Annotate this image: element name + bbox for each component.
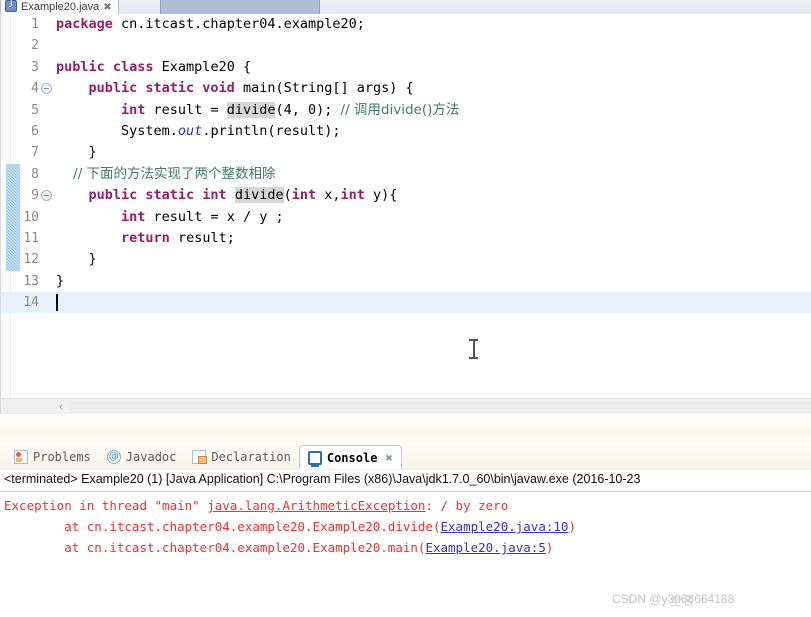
mouse-ibeam-cursor: [469, 339, 478, 359]
line-number: 8: [31, 166, 39, 182]
line-number: 2: [31, 38, 39, 54]
console-line: Exception in thread "main" java.lang.Ari…: [4, 495, 811, 516]
watermark-overlay: 全名: [670, 594, 695, 608]
stack-trace-link[interactable]: java.lang.ArithmeticException: [207, 498, 425, 513]
code-line[interactable]: 9 public static int divide(int x,int y){: [1, 185, 811, 206]
console-line: at cn.itcast.chapter04.example20.Example…: [4, 516, 811, 537]
code-text: package cn.itcast.chapter04.example20;: [56, 16, 365, 32]
view-tab-problems[interactable]: Problems: [6, 445, 99, 469]
code-line[interactable]: 11 return result;: [1, 228, 811, 249]
code-line[interactable]: 13}: [1, 271, 811, 292]
code-text: System.out.println(result);: [56, 122, 341, 139]
code-line[interactable]: 8 // 下面的方法实现了两个整数相除: [1, 164, 811, 185]
code-text: public class Example20 {: [56, 58, 252, 75]
editor-tab-label: Example20.java: [21, 1, 100, 13]
view-tab-label: Javadoc: [125, 450, 177, 464]
text-caret: [56, 294, 58, 312]
stack-trace-link[interactable]: Example20.java:10: [441, 519, 569, 534]
line-number: 5: [31, 102, 39, 118]
code-line[interactable]: 4 public static void main(String[] args)…: [1, 78, 811, 99]
view-tab-console[interactable]: Console ✖: [298, 445, 402, 469]
view-tab-label: Declaration: [211, 450, 291, 464]
close-icon[interactable]: ✖: [385, 451, 392, 465]
view-tab-label: Problems: [33, 450, 91, 464]
code-line[interactable]: 5 int result = divide(4, 0); // 调用divide…: [1, 100, 811, 121]
console-text: : / by zero: [425, 498, 509, 513]
close-icon[interactable]: ✖: [103, 2, 111, 13]
line-number: 12: [23, 252, 39, 268]
scroll-left-icon[interactable]: ‹: [53, 399, 69, 414]
stack-trace-link[interactable]: Example20.java:5: [425, 540, 545, 555]
console-line: at cn.itcast.chapter04.example20.Example…: [4, 537, 811, 558]
console-text: ): [545, 540, 554, 555]
line-number: 4: [31, 81, 39, 97]
view-tab-declaration[interactable]: Declaration: [184, 445, 298, 469]
line-number: 10: [23, 209, 39, 225]
code-editor[interactable]: 1 package cn.itcast.chapter04.example20; 2…: [0, 14, 811, 414]
console-icon: [307, 450, 322, 467]
eclipse-ide-window: Example20.java ✖ 1 package cn.itcast.chap…: [0, 0, 811, 617]
declaration-icon: [192, 450, 208, 464]
code-line[interactable]: 7 }: [1, 142, 811, 163]
editor-tab-strip: Example20.java ✖: [0, 0, 811, 14]
fold-collapse-icon[interactable]: [41, 83, 52, 95]
line-number: 3: [31, 59, 39, 75]
code-text: int result = x / y ;: [121, 208, 284, 225]
editor-tab-example20[interactable]: Example20.java ✖: [0, 0, 119, 14]
code-line[interactable]: 3 public class Example20 {: [1, 57, 811, 78]
console-process-header: <terminated> Example20 (1) [Java Applica…: [0, 470, 811, 492]
line-number: 9: [31, 188, 39, 204]
problems-icon: [14, 450, 28, 464]
scrollbar-track[interactable]: [69, 401, 811, 413]
line-number: 11: [23, 230, 39, 246]
code-text: }: [56, 251, 97, 268]
code-text: }: [56, 144, 97, 161]
code-line[interactable]: 12 }: [1, 249, 811, 270]
line-number: 1: [31, 17, 39, 32]
code-text: }: [56, 272, 65, 289]
code-text: int result = divide(4, 0); // 调用divide()…: [121, 101, 460, 118]
console-text: ): [568, 519, 576, 534]
line-number: 13: [23, 273, 39, 289]
view-tab-label: Console: [326, 450, 378, 465]
editor-tab-secondary[interactable]: [160, 0, 320, 14]
view-tab-javadoc[interactable]: @ Javadoc: [99, 445, 185, 469]
console-text: Exception in thread "main": [4, 498, 208, 513]
fold-collapse-icon[interactable]: [41, 190, 52, 202]
code-text: public static int divide(int x,int y){: [88, 187, 398, 204]
editor-horizontal-scrollbar[interactable]: ‹: [1, 398, 811, 414]
code-text: // 下面的方法实现了两个整数相除: [56, 165, 276, 182]
code-text: public static void main(String[] args) {: [88, 80, 414, 97]
line-number: 14: [23, 295, 39, 311]
java-file-icon: [5, 0, 17, 12]
line-number: 6: [31, 123, 39, 139]
editor-console-sash[interactable]: [0, 414, 811, 444]
code-line[interactable]: 1 package cn.itcast.chapter04.example20;: [1, 14, 811, 35]
console-text: at cn.itcast.chapter04.example20.Example…: [4, 519, 441, 534]
editor-text-area[interactable]: 1 package cn.itcast.chapter04.example20; 2…: [1, 14, 811, 414]
csdn-watermark: CSDN @y3068664188 全名: [612, 592, 734, 608]
code-text: return result;: [121, 229, 235, 246]
view-tab-bar: Problems @ Javadoc Declaration Console ✖: [0, 444, 811, 470]
code-line[interactable]: 6 System.out.println(result);: [1, 121, 811, 142]
line-number: 7: [31, 145, 39, 161]
code-line[interactable]: 14: [1, 292, 811, 314]
code-line[interactable]: 10 int result = x / y ;: [1, 207, 811, 228]
javadoc-icon: @: [106, 450, 121, 464]
console-text: at cn.itcast.chapter04.example20.Example…: [4, 540, 426, 555]
code-line[interactable]: 2: [1, 35, 811, 56]
